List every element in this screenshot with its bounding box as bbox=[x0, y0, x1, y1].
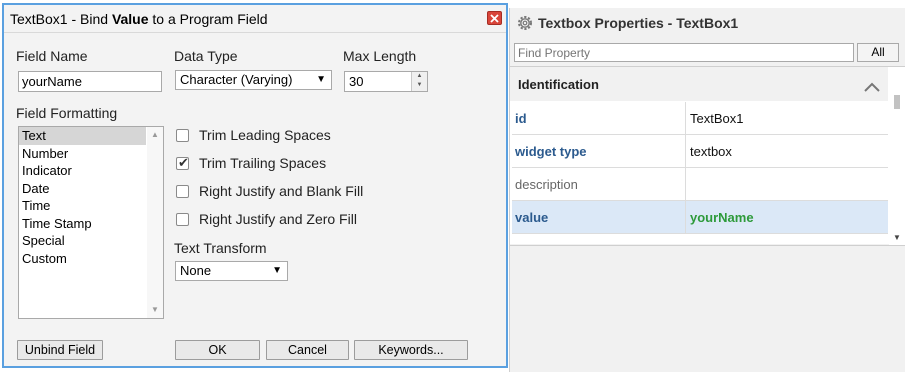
section-title: Identification bbox=[518, 77, 599, 92]
list-item[interactable]: Custom bbox=[19, 250, 146, 268]
chevron-up-icon[interactable] bbox=[864, 82, 880, 92]
max-length-value: 30 bbox=[349, 74, 364, 89]
list-item[interactable]: Date bbox=[19, 180, 146, 198]
list-item[interactable]: Text bbox=[19, 127, 146, 145]
list-item[interactable]: Special bbox=[19, 232, 146, 250]
list-item[interactable]: Number bbox=[19, 145, 146, 163]
gear-icon bbox=[518, 16, 532, 30]
cancel-button[interactable]: Cancel bbox=[266, 340, 349, 360]
max-length-label: Max Length bbox=[343, 48, 417, 64]
spinner-down-icon[interactable]: ▼ bbox=[412, 81, 427, 90]
data-type-value: Character (Varying) bbox=[180, 72, 293, 87]
spinner-buttons: ▲ ▼ bbox=[411, 72, 427, 91]
scroll-down-icon[interactable]: ▼ bbox=[151, 305, 159, 314]
trim-leading-checkbox[interactable] bbox=[176, 129, 189, 142]
list-item[interactable]: Time Stamp bbox=[19, 215, 146, 233]
spinner-up-icon[interactable]: ▲ bbox=[412, 72, 427, 81]
property-key: widget type bbox=[512, 135, 686, 167]
field-name-input[interactable] bbox=[18, 71, 162, 92]
property-key: description bbox=[512, 168, 686, 200]
checkmark-icon: ✔ bbox=[178, 155, 189, 170]
property-value[interactable]: yourName bbox=[690, 210, 754, 225]
property-row-value[interactable]: value yourName bbox=[512, 201, 888, 234]
field-name-label: Field Name bbox=[16, 48, 88, 64]
text-transform-label: Text Transform bbox=[174, 240, 267, 256]
dropdown-arrow-icon: ▼ bbox=[316, 74, 326, 85]
data-type-select[interactable]: Character (Varying) ▼ bbox=[175, 70, 332, 90]
unbind-field-button[interactable]: Unbind Field bbox=[17, 340, 103, 360]
data-type-label: Data Type bbox=[174, 48, 238, 64]
close-icon bbox=[490, 13, 499, 23]
checkbox-label: Right Justify and Zero Fill bbox=[199, 211, 357, 227]
bind-field-dialog: TextBox1 - Bind Value to a Program Field… bbox=[2, 3, 508, 368]
property-value[interactable]: TextBox1 bbox=[690, 111, 743, 126]
listbox-scrollbar[interactable]: ▲ ▼ bbox=[147, 127, 163, 318]
property-key: id bbox=[512, 102, 686, 134]
scrollbar-thumb[interactable] bbox=[894, 95, 900, 109]
text-transform-value: None bbox=[180, 263, 212, 278]
zero-fill-checkbox[interactable] bbox=[176, 213, 189, 226]
field-formatting-label: Field Formatting bbox=[16, 105, 118, 121]
keywords-button[interactable]: Keywords... bbox=[354, 340, 468, 360]
properties-title: Textbox Properties - TextBox1 bbox=[538, 15, 739, 31]
formatting-listbox[interactable]: Text Number Indicator Date Time Time Sta… bbox=[18, 126, 164, 319]
dialog-title: TextBox1 - Bind Value to a Program Field bbox=[10, 11, 268, 27]
property-key: value bbox=[512, 201, 686, 233]
divider bbox=[510, 245, 905, 246]
text-transform-select[interactable]: None ▼ bbox=[175, 261, 288, 281]
checkbox-label: Right Justify and Blank Fill bbox=[199, 183, 364, 199]
scroll-up-icon[interactable]: ▲ bbox=[151, 130, 159, 139]
list-item[interactable]: Time bbox=[19, 197, 146, 215]
ok-button[interactable]: OK bbox=[175, 340, 260, 360]
properties-header: Textbox Properties - TextBox1 bbox=[510, 8, 905, 38]
list-item[interactable]: Indicator bbox=[19, 162, 146, 180]
property-row-widget-type[interactable]: widget type textbox bbox=[512, 135, 888, 168]
scroll-down-icon[interactable]: ▼ bbox=[893, 233, 901, 242]
dropdown-arrow-icon: ▼ bbox=[272, 265, 282, 276]
blank-fill-checkbox[interactable] bbox=[176, 185, 189, 198]
dialog-titlebar[interactable]: TextBox1 - Bind Value to a Program Field bbox=[4, 5, 506, 33]
property-row-description[interactable]: description bbox=[512, 168, 888, 201]
checkbox-label: Trim Trailing Spaces bbox=[199, 155, 327, 171]
properties-panel: Textbox Properties - TextBox1 All Identi… bbox=[509, 8, 905, 372]
property-value[interactable]: textbox bbox=[690, 144, 732, 159]
all-button[interactable]: All bbox=[857, 43, 899, 62]
property-grid-scrollbar[interactable]: ▼ bbox=[889, 67, 905, 245]
property-row-id[interactable]: id TextBox1 bbox=[512, 102, 888, 135]
close-button[interactable] bbox=[487, 11, 502, 25]
property-grid: Identification id TextBox1 widget type t… bbox=[510, 66, 905, 245]
trim-trailing-checkbox[interactable]: ✔ bbox=[176, 155, 189, 170]
checkbox-label: Trim Leading Spaces bbox=[199, 127, 331, 143]
find-property-input[interactable] bbox=[514, 43, 854, 62]
max-length-spinner[interactable]: 30 ▲ ▼ bbox=[344, 71, 428, 92]
section-header-identification[interactable]: Identification bbox=[510, 67, 888, 101]
